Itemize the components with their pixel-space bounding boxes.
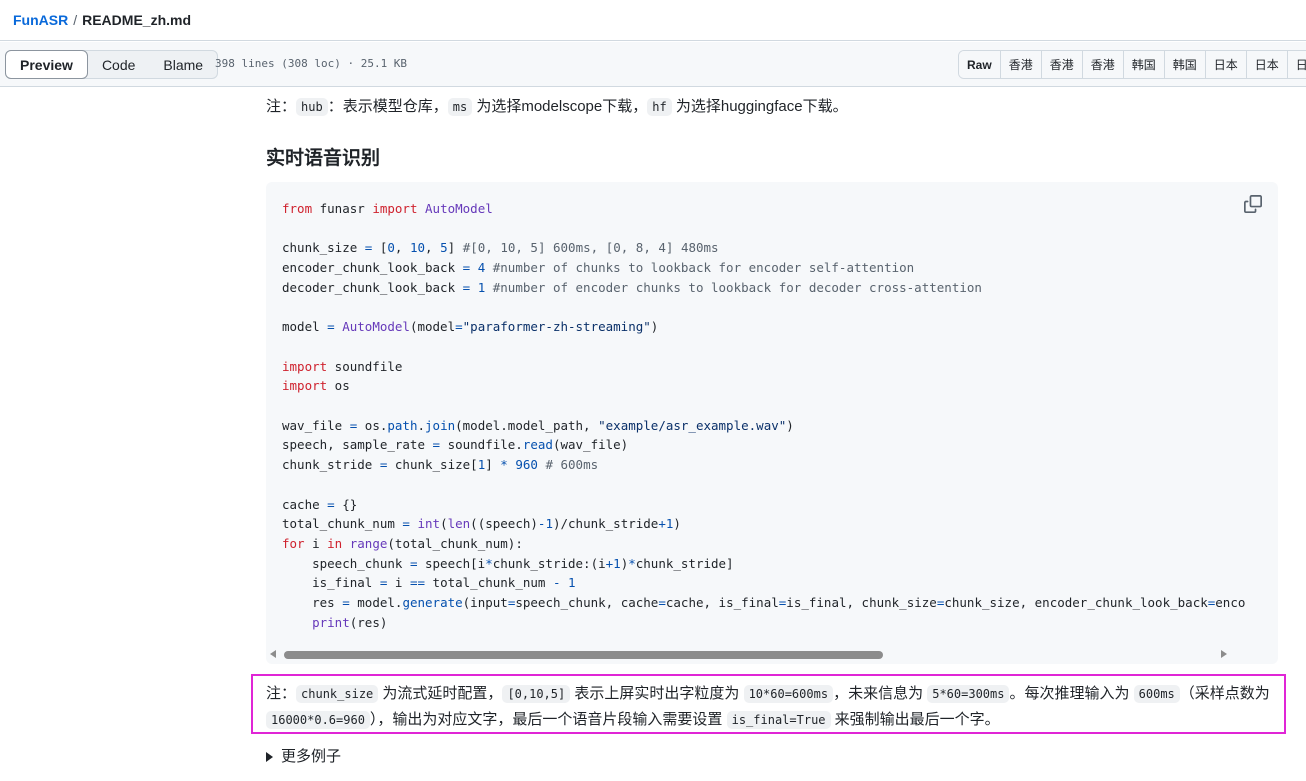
file-toolbar: Preview Code Blame 398 lines (308 loc) ·…	[0, 42, 1306, 87]
inline-code: is_final=True	[726, 711, 831, 729]
code-content: from funasr import AutoModel chunk_size …	[282, 201, 1246, 630]
code-block: from funasr import AutoModel chunk_size …	[266, 182, 1278, 664]
inline-code: 10*60=600ms	[743, 685, 834, 703]
inline-code: chunk_size	[296, 685, 379, 703]
section-heading: 实时语音识别	[266, 148, 381, 169]
inline-code: hub	[296, 98, 328, 116]
tab-preview[interactable]: Preview	[5, 50, 88, 79]
inline-code: 5*60=300ms	[927, 685, 1010, 703]
more-examples-toggle[interactable]: 更多例子	[266, 745, 341, 766]
toolbar-button-3[interactable]: 香港	[1082, 51, 1124, 78]
scroll-left-arrow[interactable]	[270, 650, 276, 658]
disclosure-triangle-icon	[266, 752, 273, 763]
scrollbar-thumb[interactable]	[284, 651, 883, 659]
toolbar-button-2[interactable]: 香港	[1041, 51, 1083, 78]
tab-blame[interactable]: Blame	[149, 51, 217, 78]
scroll-right-arrow[interactable]	[1221, 650, 1227, 658]
tab-code[interactable]: Code	[88, 51, 149, 78]
note-hub: 注： hub ：表示模型仓库， ms 为选择modelscope下载， hf 为选择hu…	[266, 98, 848, 116]
inline-code: 600ms	[1133, 685, 1180, 703]
note-chunk-size: 注： chunk_size 为流式延时配置， [0,10,5] 表示上屏实时出字粒度…	[266, 685, 1270, 729]
copy-icon[interactable]	[1244, 195, 1262, 213]
repo-link[interactable]: FunASR	[13, 12, 68, 28]
toolbar-button-7[interactable]: 日本	[1246, 51, 1288, 78]
inline-code: hf	[647, 98, 672, 116]
breadcrumb-separator: /	[73, 12, 78, 28]
file-name: README_zh.md	[82, 12, 192, 28]
raw-button[interactable]: Raw	[959, 51, 1001, 78]
toolbar-button-4[interactable]: 韩国	[1123, 51, 1165, 78]
toolbar-button-6[interactable]: 日本	[1205, 51, 1247, 78]
toolbar-button-8[interactable]: 日	[1287, 51, 1306, 78]
inline-code: 16000*0.6=960	[266, 711, 370, 729]
more-examples-label: 更多例子	[281, 748, 342, 765]
file-info: 398 lines (308 loc) · 25.1 KB	[215, 57, 408, 70]
file-action-group: Raw 香港 香港 香港 韩国 韩国 日本 日本 日	[958, 50, 1306, 79]
toolbar-button-5[interactable]: 韩国	[1164, 51, 1206, 78]
view-mode-switch: Preview Code Blame	[5, 50, 219, 79]
breadcrumb: FunASR / README_zh.md	[0, 0, 1306, 41]
inline-code: [0,10,5]	[502, 685, 571, 703]
toolbar-button-1[interactable]: 香港	[1000, 51, 1042, 78]
inline-code: ms	[447, 98, 473, 116]
